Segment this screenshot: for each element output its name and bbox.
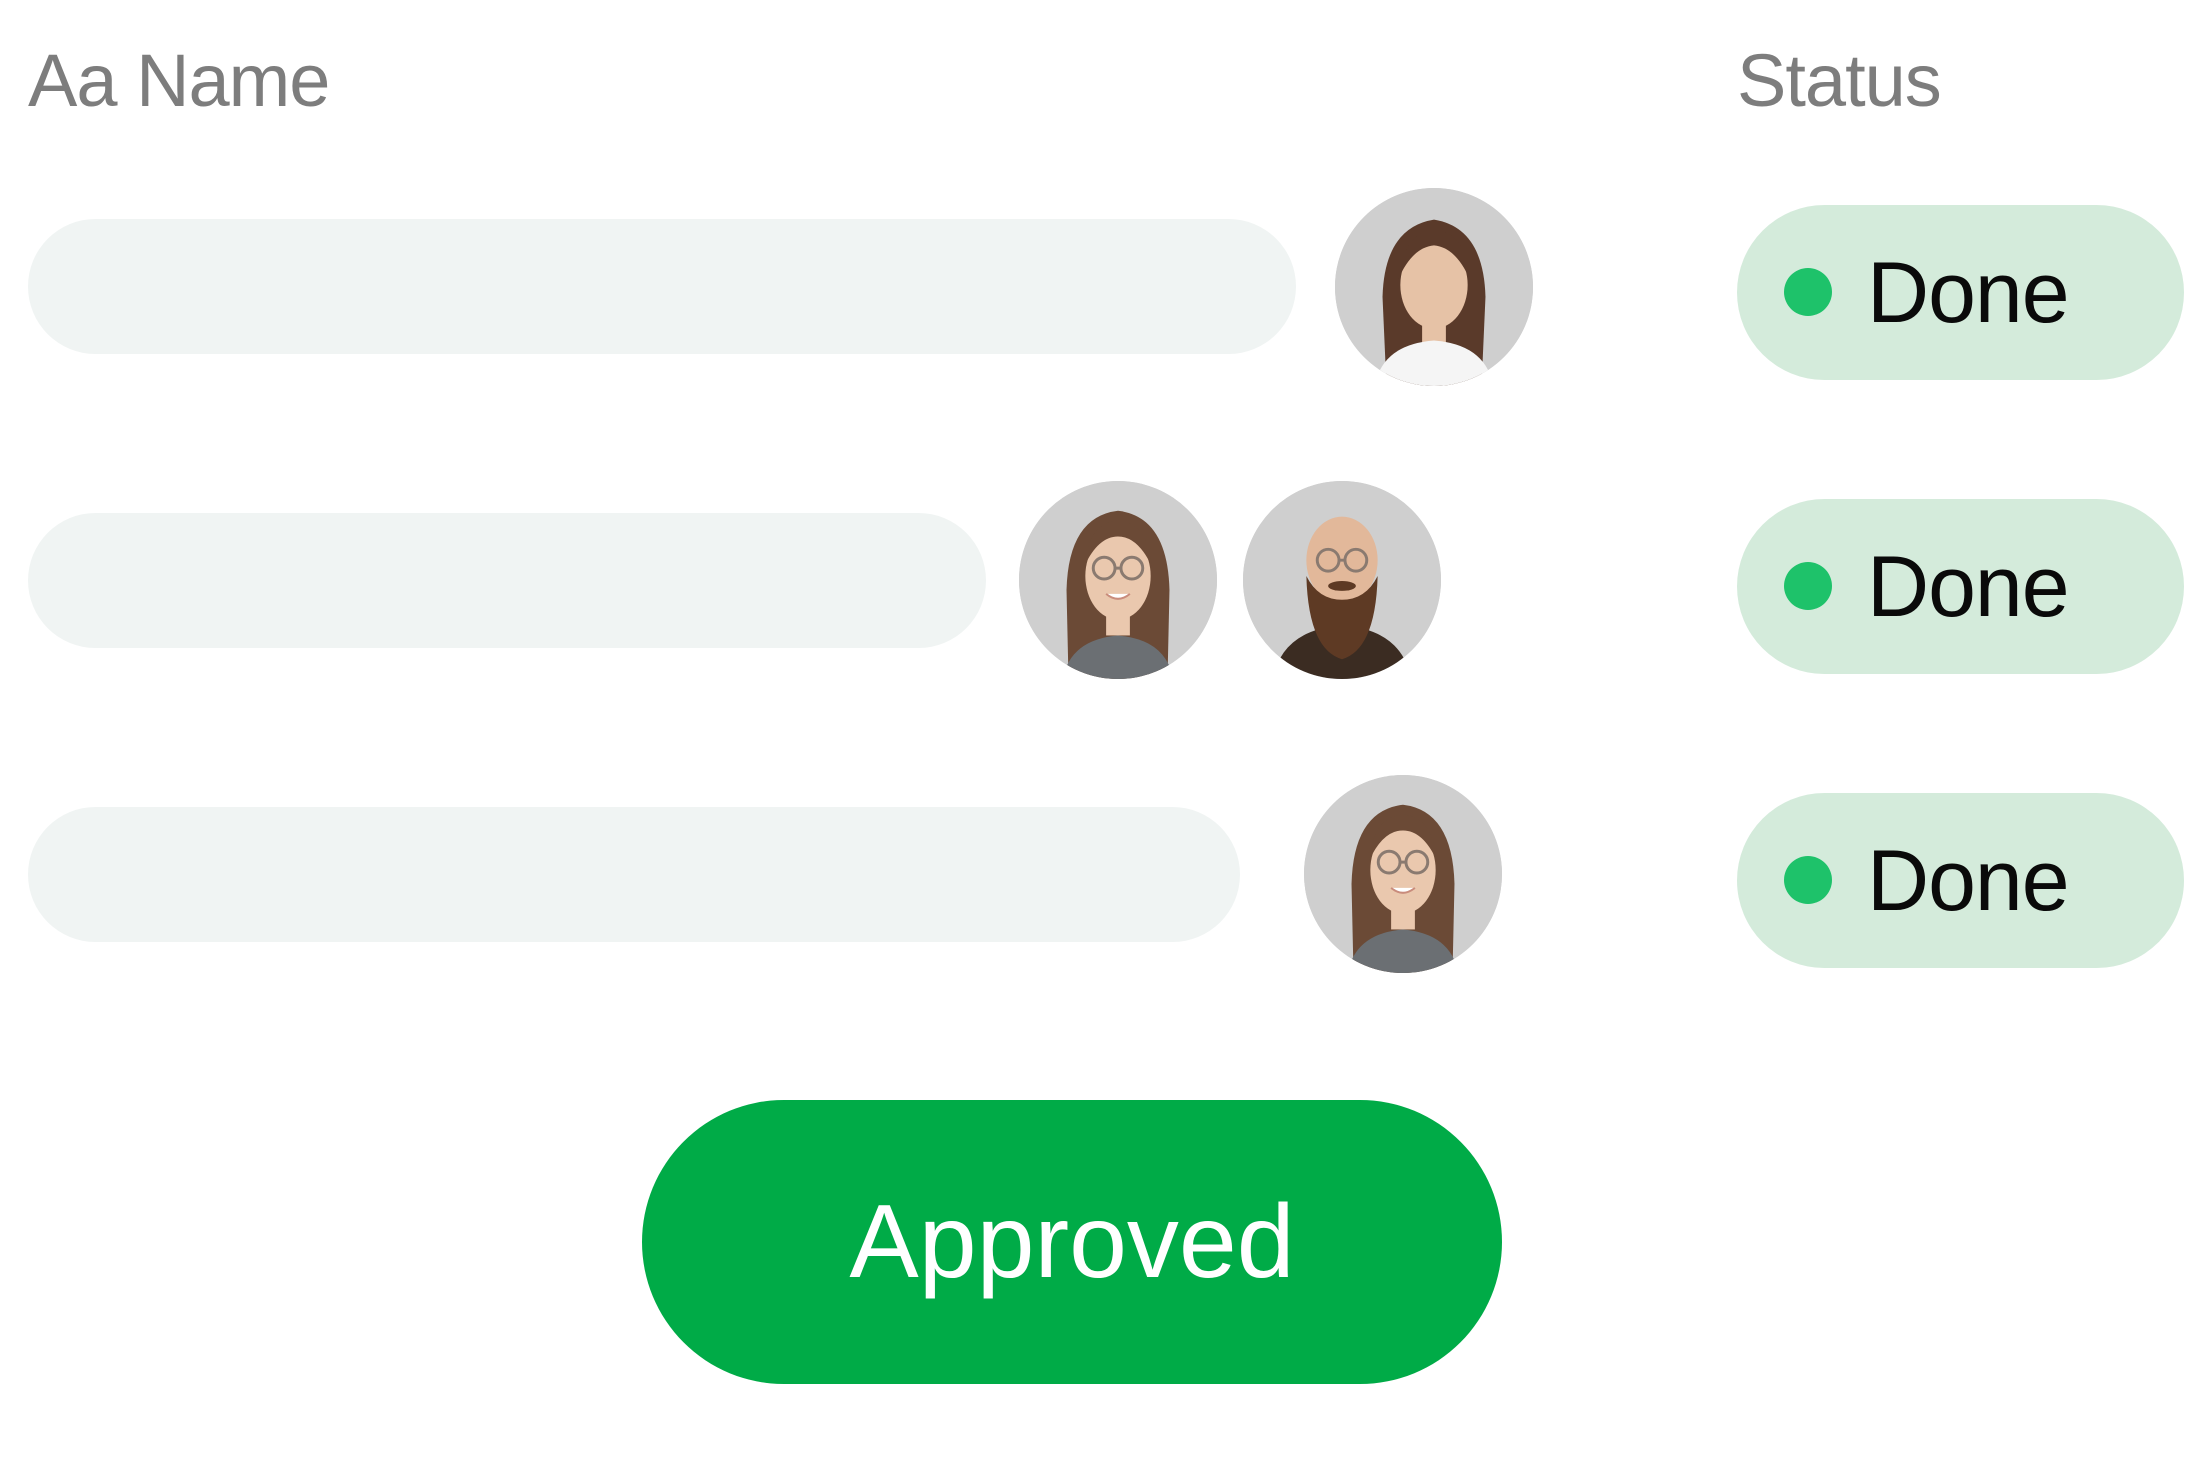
avatar[interactable] — [1019, 481, 1217, 679]
name-placeholder-bar[interactable] — [28, 807, 1240, 942]
avatar-woman-glasses-icon — [1019, 481, 1217, 679]
avatar[interactable] — [1243, 481, 1441, 679]
status-label: Done — [1867, 539, 2070, 635]
column-header-name[interactable]: Aa Name — [28, 36, 330, 126]
status-label: Done — [1867, 245, 2070, 341]
status-dot-icon — [1784, 856, 1832, 904]
name-placeholder-bar[interactable] — [28, 219, 1296, 354]
column-header-status[interactable]: Status — [1737, 36, 1942, 126]
status-badge[interactable]: Done — [1737, 499, 2184, 674]
avatar[interactable] — [1335, 188, 1533, 386]
status-label: Done — [1867, 833, 2070, 929]
status-badge[interactable]: Done — [1737, 793, 2184, 968]
name-placeholder-bar[interactable] — [28, 513, 986, 648]
avatar[interactable] — [1304, 775, 1502, 973]
status-dot-icon — [1784, 268, 1832, 316]
avatar-woman-glasses-icon — [1304, 775, 1502, 973]
avatar-bearded-man-glasses-icon — [1243, 481, 1441, 679]
status-dot-icon — [1784, 562, 1832, 610]
status-badge[interactable]: Done — [1737, 205, 2184, 380]
avatar-woman-long-hair-icon — [1335, 188, 1533, 386]
approved-button[interactable]: Approved — [642, 1100, 1502, 1384]
